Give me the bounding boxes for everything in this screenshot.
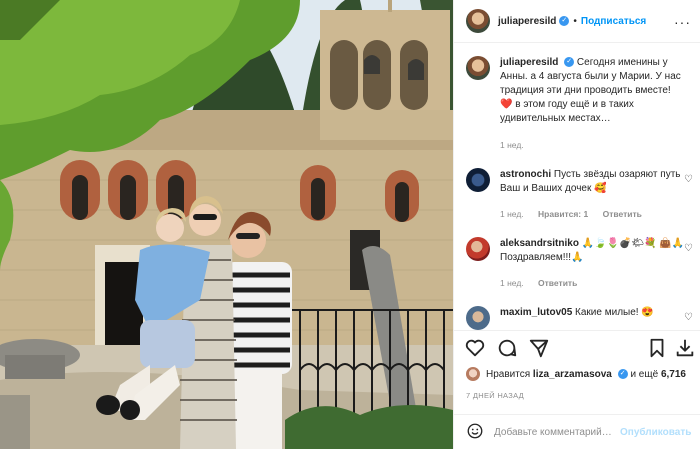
comment-username[interactable]: maxim_lutov05: [500, 307, 572, 318]
follow-button[interactable]: Подписаться: [581, 16, 646, 27]
bookmark-icon[interactable]: [646, 337, 668, 359]
comment-meta: 1 нед. Ответить: [500, 278, 589, 288]
heart-icon[interactable]: [464, 337, 486, 359]
verified-badge-icon: ✓: [559, 16, 570, 26]
post-photo[interactable]: [0, 0, 453, 449]
caption-meta: 1 нед.: [500, 140, 536, 150]
comment-time: 1 нед.: [500, 209, 524, 219]
comment-reply-button[interactable]: Ответить: [603, 209, 642, 219]
comment-like-icon[interactable]: ♡: [684, 243, 693, 254]
comment-likes-count[interactable]: Нравится: 1: [538, 209, 588, 219]
likes-count[interactable]: 6,716: [661, 369, 686, 380]
comment-username[interactable]: aleksandrsitniko: [500, 238, 579, 249]
post-date: 7 ДНЕЙ НАЗАД: [466, 391, 525, 400]
caption-username[interactable]: juliaperesild: [500, 57, 558, 68]
separator-dot: •: [573, 15, 577, 27]
liker-avatar[interactable]: [466, 367, 480, 381]
comment-avatar[interactable]: [466, 168, 490, 192]
comments-feed[interactable]: juliaperesild ✓ Сегодня именины у Анны. …: [454, 44, 700, 330]
comment-composer: Опубликовать: [454, 414, 700, 449]
likes-suffix: и ещё: [630, 368, 659, 380]
comment-like-icon[interactable]: ♡: [684, 312, 693, 323]
comment-item: aleksandrsitniko 🙏🍃🌷💣🌤💐 👜🙏Поздравляем!!!…: [466, 237, 685, 265]
likes-prefix: Нравится: [486, 368, 531, 380]
comment-meta: 1 нед. Нравится: 1 Ответить: [500, 209, 654, 219]
verified-badge-icon: ✓: [564, 57, 575, 68]
caption-time: 1 нед.: [500, 140, 524, 150]
post-header: juliaperesild ✓ • Подписаться ···: [454, 0, 700, 43]
post-actions: [454, 330, 700, 364]
caption-avatar[interactable]: [466, 56, 490, 80]
comment-reply-button[interactable]: Ответить: [538, 278, 577, 288]
comment-like-icon[interactable]: ♡: [684, 174, 693, 185]
smiley-icon[interactable]: [466, 422, 484, 443]
author-username[interactable]: juliaperesild: [498, 16, 556, 27]
comment-item: maxim_lutov05 Какие милые! 😍: [466, 306, 685, 330]
comment-avatar[interactable]: [466, 237, 490, 261]
post-image: [0, 0, 453, 449]
verified-badge-icon: ✓: [617, 368, 628, 379]
author-avatar[interactable]: [466, 9, 490, 33]
liker-username[interactable]: liza_arzamasova: [533, 369, 612, 380]
likes-summary: Нравится liza_arzamasova ✓ и ещё 6,716: [466, 367, 686, 381]
comment-text: Какие милые! 😍: [575, 307, 654, 318]
comment-icon[interactable]: [496, 337, 518, 359]
comment-item: astronochi Пусть звёзды озаряют путь Ваш…: [466, 168, 685, 196]
comment-username[interactable]: astronochi: [500, 169, 551, 180]
comment-time: 1 нед.: [500, 278, 524, 288]
download-icon[interactable]: [674, 337, 696, 359]
caption: juliaperesild ✓ Сегодня именины у Анны. …: [466, 56, 685, 126]
comment-input[interactable]: [494, 426, 616, 438]
publish-button[interactable]: Опубликовать: [620, 427, 691, 438]
more-options-icon[interactable]: ···: [674, 14, 691, 30]
send-icon[interactable]: [528, 337, 550, 359]
comment-avatar[interactable]: [466, 306, 490, 330]
post-side-panel: juliaperesild ✓ • Подписаться ··· juliap…: [453, 0, 700, 449]
